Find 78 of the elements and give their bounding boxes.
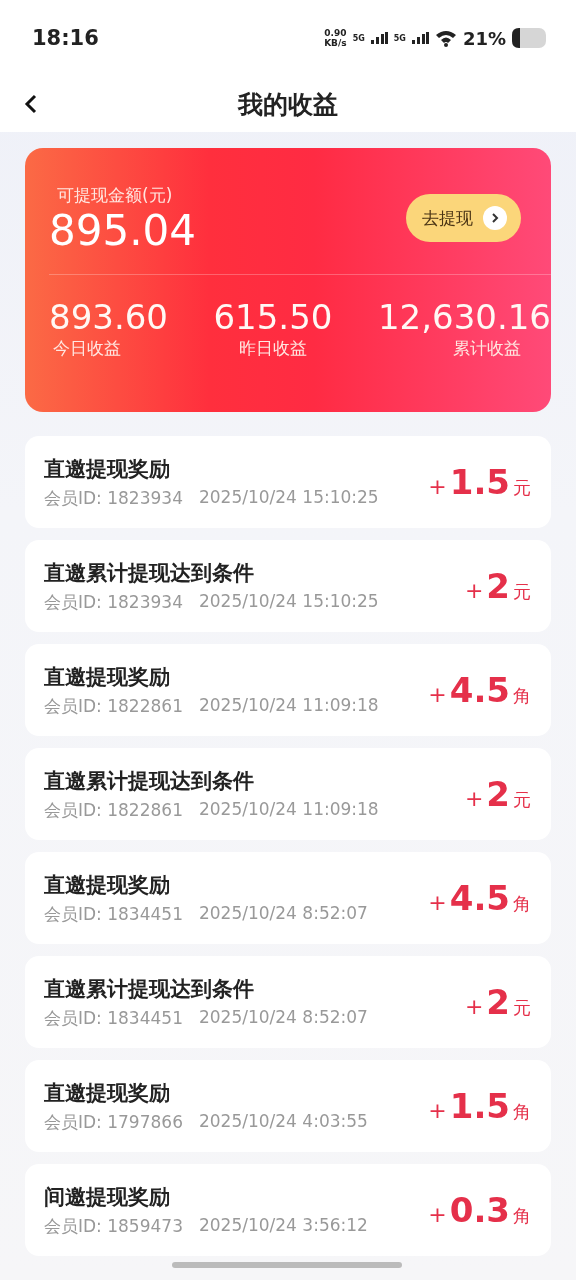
network-speed-unit: KB/s [324,38,347,48]
amount-unit: 角 [513,684,531,708]
stat-label: 累计收益 [452,337,522,360]
withdraw-button[interactable]: 去提现 [406,194,521,242]
balance-label: 可提现金额(元) [56,185,173,205]
battery-icon [512,28,546,48]
record-time: 2025/10/24 8:52:07 [198,902,368,925]
record-card[interactable]: 直邀累计提现达到条件 会员ID: 1834451 2025/10/24 8:52:07 +2 元 [25,956,551,1048]
plus-sign: + [464,578,484,603]
record-card[interactable]: 间邀提现奖励 会员ID: 1859473 2025/10/24 3:56:12 +0.3 角 [25,1164,551,1256]
signal-icon [411,32,429,44]
record-card[interactable]: 直邀提现奖励 会员ID: 1834451 2025/10/24 8:52:07 +4.5 角 [25,852,551,944]
record-card[interactable]: 直邀提现奖励 会员ID: 1823934 2025/10/24 15:10:25 +1.5 元 [25,436,551,528]
plus-sign: + [464,994,484,1019]
stat-label: 昨日收益 [237,337,308,360]
chevron-right-icon [483,206,507,230]
plus-sign: + [428,682,447,707]
record-title: 直邀提现奖励 [44,871,171,899]
member-id: 会员ID: 1823934 [44,590,183,614]
balance-amount: 895.04 [49,207,196,255]
plus-sign: + [428,1098,447,1123]
record-card[interactable]: 直邀提现奖励 会员ID: 1797866 2025/10/24 4:03:55 +1.5 角 [25,1060,551,1152]
record-title: 直邀提现奖励 [44,663,171,691]
stat-value: 893.60 [49,297,168,337]
page-title: 我的收益 [238,88,338,121]
plus-sign: + [428,474,447,499]
record-time: 2025/10/24 4:03:55 [198,1110,368,1133]
record-time: 2025/10/24 3:56:12 [198,1214,368,1237]
amount-unit: 角 [513,892,531,916]
member-id: 会员ID: 1859473 [44,1214,183,1238]
member-id: 会员ID: 1823934 [44,486,183,510]
record-card[interactable]: 直邀提现奖励 会员ID: 1822861 2025/10/24 11:09:18 +4.5 角 [25,644,551,736]
record-title: 直邀提现奖励 [44,1079,171,1107]
record-title: 直邀累计提现达到条件 [44,559,255,587]
reward-amount: 2 [486,566,510,606]
amount-unit: 角 [513,1204,531,1228]
plus-sign: + [428,890,447,915]
amount-unit: 元 [513,580,531,604]
reward-amount: 1.5 [449,462,510,502]
record-time: 2025/10/24 15:10:25 [198,590,379,613]
amount-unit: 元 [513,996,531,1020]
member-id: 会员ID: 1797866 [44,1110,183,1134]
member-id: 会员ID: 1822861 [44,694,183,718]
record-title: 直邀提现奖励 [44,455,171,483]
stat-value: 12,630.16 [377,297,551,337]
record-time: 2025/10/24 11:09:18 [198,694,379,717]
record-card[interactable]: 直邀累计提现达到条件 会员ID: 1823934 2025/10/24 15:10:25 +2 元 [25,540,551,632]
battery-percentage: 21% [462,27,506,49]
amount-unit: 元 [513,476,531,500]
network-type: 5G [393,33,406,43]
amount-unit: 元 [513,788,531,812]
record-title: 直邀累计提现达到条件 [44,975,255,1003]
record-title: 间邀提现奖励 [44,1183,171,1211]
plus-sign: + [464,786,484,811]
plus-sign: + [428,1202,447,1227]
stat-label: 今日收益 [52,337,122,360]
network-type: 5G [352,33,365,43]
record-title: 直邀累计提现达到条件 [44,767,255,795]
wifi-icon [434,29,457,47]
record-time: 2025/10/24 11:09:18 [198,798,379,821]
reward-amount: 2 [486,982,510,1022]
reward-amount: 0.3 [449,1190,510,1230]
network-speed: 0.90 [324,28,347,38]
record-time: 2025/10/24 15:10:25 [198,486,379,509]
reward-amount: 4.5 [449,878,510,918]
member-id: 会员ID: 1834451 [44,902,183,926]
record-time: 2025/10/24 8:52:07 [198,1006,368,1029]
stat-value: 615.50 [213,297,333,337]
clock: 18:16 [32,26,100,50]
record-card[interactable]: 直邀累计提现达到条件 会员ID: 1822861 2025/10/24 11:09:18 +2 元 [25,748,551,840]
member-id: 会员ID: 1822861 [44,798,183,822]
back-icon[interactable] [24,94,38,114]
amount-unit: 角 [513,1100,531,1124]
reward-amount: 2 [486,774,510,814]
reward-amount: 1.5 [449,1086,510,1126]
reward-amount: 4.5 [449,670,510,710]
member-id: 会员ID: 1834451 [44,1006,183,1030]
signal-icon [370,32,388,44]
